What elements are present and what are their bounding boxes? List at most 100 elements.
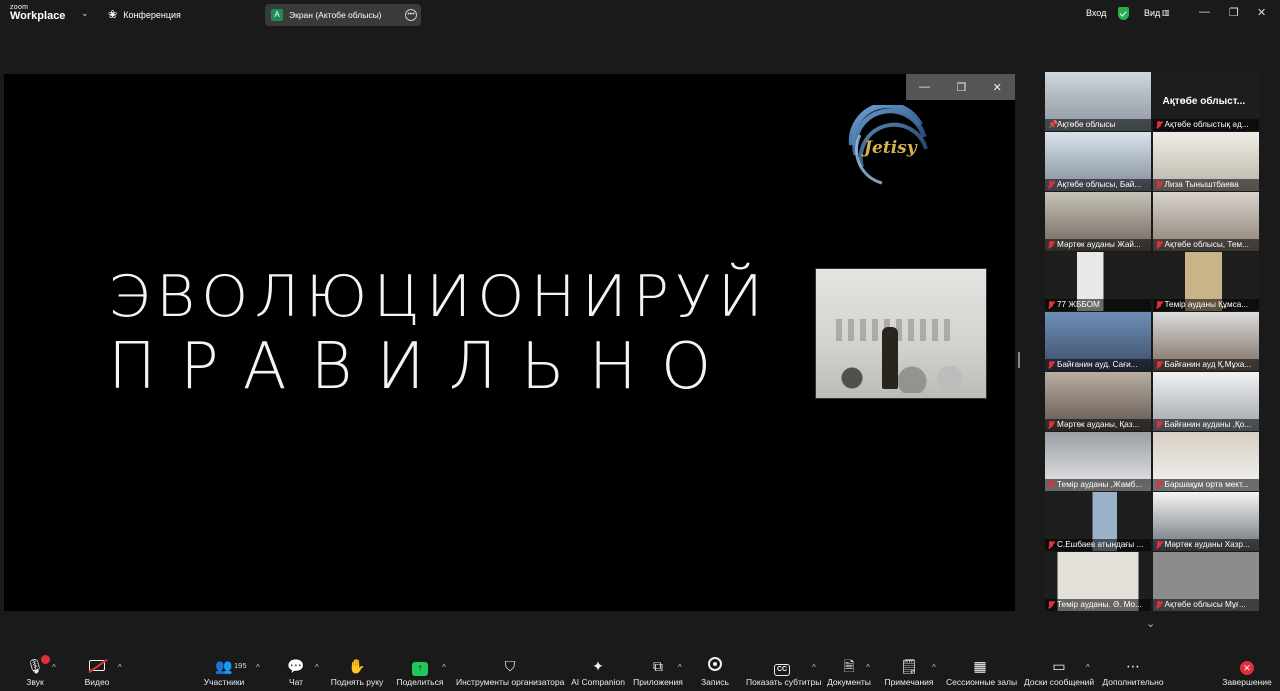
audio-options-caret[interactable]: ^ <box>52 663 56 672</box>
muted-mic-icon <box>1156 541 1162 549</box>
video-button[interactable]: Видео <box>82 657 112 687</box>
docs-options-caret[interactable]: ^ <box>866 663 870 672</box>
participants-count: 195 <box>234 661 247 670</box>
notes-button[interactable]: 🗒 Примечания <box>884 657 934 687</box>
muted-mic-icon <box>1156 301 1162 309</box>
slide-line-1: ЭВОЛЮЦИОНИРУЙ <box>108 263 769 331</box>
whiteboards-button[interactable]: ▭ Доски сообщений <box>1024 657 1094 687</box>
participant-tile[interactable]: Лиза Тыныштбаева <box>1152 132 1259 191</box>
meeting-info-button[interactable]: ❀ Конференция <box>108 8 181 21</box>
grid-icon: ▦ <box>973 658 987 674</box>
chat-bubble-icon: 💬 <box>287 658 305 674</box>
shared-window-controls: — ❐ ✕ <box>906 74 1015 100</box>
muted-mic-icon <box>1156 181 1162 189</box>
participant-tile[interactable]: Темір ауданы Құмса... <box>1152 252 1259 311</box>
shared-restore-icon[interactable]: ❐ <box>956 81 966 94</box>
participant-name: Ақтөбе облысы Мұғ... <box>1152 599 1259 611</box>
participant-name: Темір ауданы ,Жамб... <box>1045 479 1151 491</box>
ai-companion-button[interactable]: ✦ AI Companion <box>570 657 626 687</box>
participant-tile[interactable]: Байғанин ауданы ,Қо... <box>1152 372 1259 431</box>
participants-options-caret[interactable]: ^ <box>256 663 260 672</box>
audio-button[interactable]: 🎙 Звук <box>22 655 50 687</box>
record-icon <box>708 657 722 671</box>
participant-tile[interactable]: 77 ЖББОМ <box>1045 252 1151 311</box>
captions-button[interactable]: CC Показать субтитры <box>746 657 821 687</box>
microphone-icon: 🎙 <box>26 655 50 675</box>
participant-tile[interactable]: Темір ауданы ,Жамб... <box>1045 432 1151 491</box>
shared-close-icon[interactable]: ✕ <box>993 81 1002 94</box>
docs-button[interactable]: 🗎 Документы <box>826 657 872 687</box>
more-button[interactable]: ⋯ Дополнительно <box>1102 657 1164 687</box>
chat-options-caret[interactable]: ^ <box>315 663 319 672</box>
participant-tile[interactable]: Баршақұм орта мект... <box>1152 432 1259 491</box>
security-shield-icon[interactable] <box>1118 7 1129 20</box>
participant-name: Мәртөк ауданы Хазр... <box>1152 539 1259 551</box>
participant-tile[interactable]: Ақтөбе облысы 📌 <box>1045 72 1151 131</box>
end-meeting-button[interactable]: ✕ Завершение <box>1222 657 1272 687</box>
restore-icon[interactable]: ❐ <box>1229 6 1239 19</box>
panel-resize-handle[interactable] <box>1018 352 1020 368</box>
zoom-logo[interactable]: zoom Workplace <box>10 4 65 22</box>
participant-tile[interactable]: С.Ешбаев атындағы ... <box>1045 492 1151 551</box>
view-button[interactable]: Вид <box>1144 8 1160 18</box>
participant-name: Байғанин ауд. Сағи... <box>1045 359 1151 371</box>
host-tools-button[interactable]: ⛉ Инструменты организатора <box>456 657 564 687</box>
sparkle-icon: ✦ <box>592 658 604 674</box>
featured-participant-name: Ақтөбе облыст... <box>1162 96 1246 107</box>
notes-icon: 🗒 <box>900 658 918 674</box>
share-options-caret[interactable]: ^ <box>442 663 446 672</box>
muted-mic-icon <box>1156 361 1162 369</box>
chevron-down-icon[interactable]: ⌄ <box>81 8 89 19</box>
shared-minimize-icon[interactable]: — <box>919 81 930 93</box>
muted-mic-icon <box>1048 181 1054 189</box>
apps-options-caret[interactable]: ^ <box>678 663 682 672</box>
captions-options-caret[interactable]: ^ <box>812 663 816 672</box>
view-grid-icon[interactable]: ▥ <box>1162 8 1170 17</box>
record-button[interactable]: Запись <box>700 657 730 687</box>
participant-tile[interactable]: Байғанин ауд. Сағи... <box>1045 312 1151 371</box>
signin-button[interactable]: Вход <box>1086 8 1106 18</box>
participant-tile[interactable]: Ақтөбе облыст... Ақтөбе облыстық әд... <box>1152 72 1259 131</box>
share-arrow-icon: ↑ <box>412 662 428 676</box>
muted-mic-icon <box>1048 481 1054 489</box>
gallery-scroll-down-icon[interactable]: ⌄ <box>1146 617 1155 630</box>
participant-tile[interactable]: Мәртөк ауданы, Қаз... <box>1045 372 1151 431</box>
top-bar: zoom Workplace ⌄ ❀ Конференция A Экран (… <box>0 0 1280 30</box>
person-figure <box>882 327 898 389</box>
whiteboard-icon: ▭ <box>1052 658 1066 674</box>
muted-mic-icon <box>1156 241 1162 249</box>
muted-mic-icon <box>1048 301 1054 309</box>
whiteboards-options-caret[interactable]: ^ <box>1086 663 1090 672</box>
shield-icon: ⛉ <box>504 658 516 674</box>
apps-icon: ⧉ <box>653 658 663 674</box>
screen-share-pill[interactable]: A Экран (Актобе облысы) ••• <box>265 4 421 26</box>
slide-line-2: ПРАВИЛЬНО <box>108 330 736 404</box>
participant-tile[interactable]: Мәртөк ауданы Жай... <box>1045 192 1151 251</box>
slide-video-thumbnail <box>815 268 987 399</box>
participant-tile[interactable]: Ақтөбе облысы, Тем... <box>1152 192 1259 251</box>
breakout-rooms-button[interactable]: ▦ Сессионные залы <box>946 657 1017 687</box>
more-icon[interactable]: ••• <box>405 9 417 21</box>
chat-button[interactable]: 💬 Чат <box>284 657 308 687</box>
closed-captions-icon: CC <box>774 664 790 676</box>
participant-name: Ақтөбе облыстық әд... <box>1152 119 1259 131</box>
participant-gallery: Ақтөбе облысы 📌 Ақтөбе облыст... Ақтөбе обл… <box>1045 72 1259 614</box>
notes-options-caret[interactable]: ^ <box>932 663 936 672</box>
muted-mic-icon <box>1156 421 1162 429</box>
participant-tile[interactable]: Байғанин ауд Қ.Мұха... <box>1152 312 1259 371</box>
participant-tile[interactable]: Темір ауданы. Ә. Мо... <box>1045 552 1151 611</box>
sharer-avatar: A <box>271 9 283 21</box>
participant-name: Ақтөбе облысы, Бай... <box>1045 179 1151 191</box>
muted-mic-icon <box>1048 361 1054 369</box>
share-button[interactable]: ↑ Поделиться <box>396 657 444 687</box>
minimize-icon[interactable]: — <box>1199 6 1210 18</box>
muted-mic-icon <box>1156 601 1162 609</box>
apps-button[interactable]: ⧉ Приложения <box>632 657 684 687</box>
participant-tile[interactable]: Ақтөбе облысы, Бай... <box>1045 132 1151 191</box>
participant-tile[interactable]: Ақтөбе облысы Мұғ... <box>1152 552 1259 611</box>
participant-tile[interactable]: Мәртөк ауданы Хазр... <box>1152 492 1259 551</box>
video-options-caret[interactable]: ^ <box>118 663 122 672</box>
close-icon[interactable]: ✕ <box>1257 6 1266 19</box>
raise-hand-button[interactable]: ✋ Поднять руку <box>330 657 384 687</box>
participant-name: Мәртөк ауданы Жай... <box>1045 239 1151 251</box>
